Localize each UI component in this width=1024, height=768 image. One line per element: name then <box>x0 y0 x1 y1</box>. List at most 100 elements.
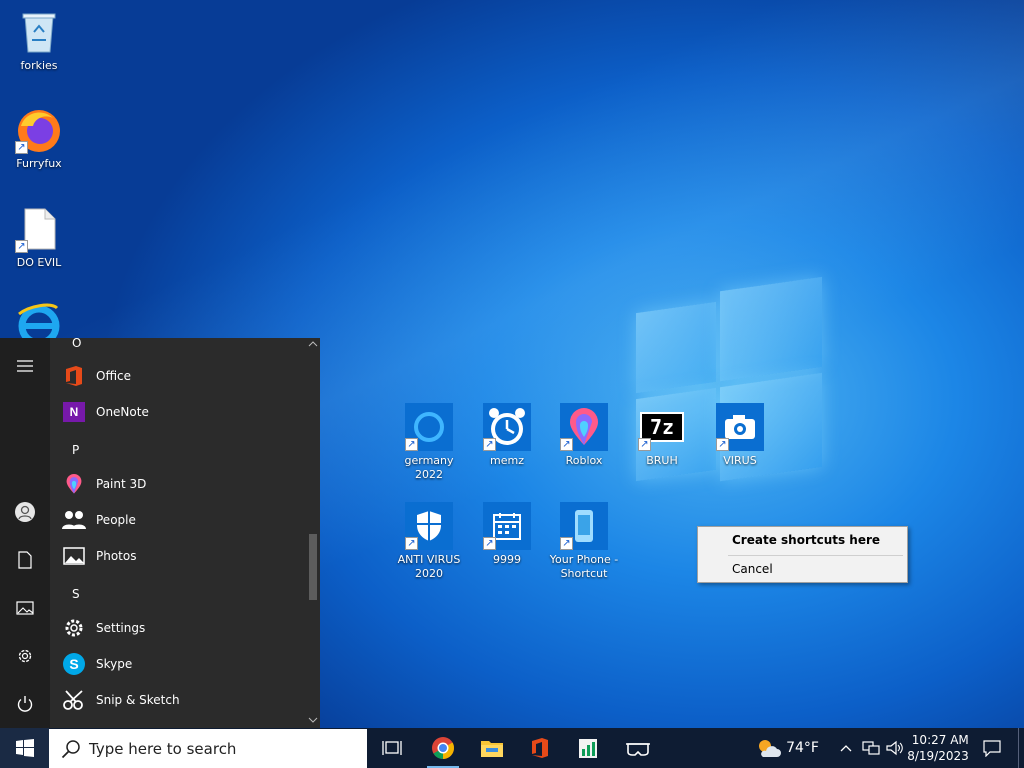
paint-3d-icon: ↗ <box>560 403 608 451</box>
app-settings[interactable]: Settings <box>62 611 302 645</box>
app-label: Office <box>96 369 132 383</box>
desktop-icon-label: Furryfux <box>16 157 62 170</box>
shortcut-arrow-icon: ↗ <box>15 240 28 253</box>
start-menu-rail <box>0 338 50 728</box>
speaker-icon <box>886 740 903 756</box>
section-header-s[interactable]: S <box>72 587 80 601</box>
alarm-clock-icon: ↗ <box>483 403 531 451</box>
app-label: Skype <box>96 657 133 671</box>
phone-icon: ↗ <box>560 502 608 550</box>
power-icon[interactable] <box>13 692 37 716</box>
app-label: People <box>96 513 136 527</box>
scrollbar-thumb[interactable] <box>309 534 317 600</box>
app-label: OneNote <box>96 405 149 419</box>
taskbar-office[interactable] <box>518 728 562 768</box>
shortcut-arrow-icon: ↗ <box>560 438 573 451</box>
office-icon <box>532 738 548 758</box>
app-photos[interactable]: Photos <box>62 539 302 573</box>
chevron-up-icon <box>840 745 852 752</box>
shortcut-arrow-icon: ↗ <box>15 141 28 154</box>
network-button[interactable] <box>860 728 882 768</box>
pictures-icon[interactable] <box>13 596 37 620</box>
search-placeholder: Type here to search <box>89 739 237 758</box>
app-onenote[interactable]: N OneNote <box>62 395 302 429</box>
search-icon <box>61 739 80 758</box>
app-people[interactable]: People <box>62 503 302 537</box>
desktop-icon-label: Roblox <box>565 454 603 467</box>
section-header-p[interactable]: P <box>72 443 79 457</box>
folder-icon <box>481 741 503 757</box>
clock[interactable]: 10:27 AM 8/19/2023 <box>907 728 969 768</box>
desktop-icon-bruh[interactable]: 7z ↗ BRUH <box>624 403 700 468</box>
hamburger-menu-icon[interactable] <box>13 354 37 378</box>
shortcut-arrow-icon: ↗ <box>405 438 418 451</box>
chrome-icon <box>432 737 454 759</box>
clock-date: 8/19/2023 <box>907 749 969 763</box>
start-menu: O Office N OneNote P Paint 3D People Pho… <box>0 338 320 728</box>
notification-icon <box>983 740 1001 757</box>
desktop-icon-furryfux[interactable]: ↗ Furryfux <box>1 106 77 171</box>
weather-widget[interactable]: 74°F <box>752 728 822 768</box>
app-snip-sketch[interactable]: Snip & Sketch <box>62 683 302 717</box>
app-skype[interactable]: S Skype <box>62 647 302 681</box>
paint-3d-icon <box>62 472 86 496</box>
taskbar-file-explorer[interactable] <box>470 728 514 768</box>
task-view-button[interactable] <box>370 728 414 768</box>
taskbar-app-chart[interactable] <box>566 728 610 768</box>
desktop-icon-label: memz <box>490 454 524 467</box>
blank-file-icon: ↗ <box>15 205 63 253</box>
cancel-item[interactable]: Cancel <box>732 559 773 579</box>
desktop-icon-label: BRUH <box>646 454 678 467</box>
start-button[interactable] <box>0 728 49 768</box>
people-icon <box>62 508 86 532</box>
context-menu: Create shortcuts here Cancel <box>697 526 908 583</box>
desktop-icon-your-phone[interactable]: ↗ Your Phone - Shortcut <box>546 502 622 581</box>
network-icon <box>862 741 880 755</box>
create-shortcuts-here-item[interactable]: Create shortcuts here <box>732 530 880 550</box>
weather-temperature: 74°F <box>786 740 819 756</box>
app-office[interactable]: Office <box>62 359 302 393</box>
desktop-icon-label: DO EVIL <box>16 256 62 269</box>
calendar-icon: ↗ <box>483 502 531 550</box>
menu-divider <box>728 555 903 556</box>
office-icon <box>62 364 86 388</box>
desktop-icon-germany-2022[interactable]: ↗ germany 2022 <box>391 403 467 482</box>
documents-icon[interactable] <box>13 548 37 572</box>
desktop-icon-do-evil[interactable]: ↗ DO EVIL <box>1 205 77 270</box>
desktop-icon-label: VIRUS <box>723 454 757 467</box>
desktop-icon-label: germany 2022 <box>404 454 454 481</box>
show-hidden-icons-button[interactable] <box>836 728 856 768</box>
task-view-icon <box>382 741 402 755</box>
show-desktop-button[interactable] <box>1018 728 1024 768</box>
scroll-up-icon[interactable] <box>308 340 318 348</box>
desktop-icon-9999[interactable]: ↗ 9999 <box>469 502 545 567</box>
desktop-icon-label: ANTI VIRUS 2020 <box>397 553 461 580</box>
desktop-icon-roblox[interactable]: ↗ Roblox <box>546 403 622 468</box>
taskbar-chrome[interactable] <box>421 728 465 768</box>
volume-button[interactable] <box>884 728 906 768</box>
desktop-icon-anti-virus-2020[interactable]: ↗ ANTI VIRUS 2020 <box>391 502 467 581</box>
user-account-icon[interactable] <box>13 500 37 524</box>
chart-document-icon <box>579 739 597 758</box>
section-header-o[interactable]: O <box>72 338 81 350</box>
app-list-scrollbar[interactable] <box>306 338 320 728</box>
shortcut-arrow-icon: ↗ <box>638 438 651 451</box>
taskbar-search-box[interactable]: Type here to search <box>49 729 367 768</box>
snip-sketch-icon <box>62 688 86 712</box>
scroll-down-icon[interactable] <box>308 716 318 724</box>
taskbar-mixed-reality[interactable] <box>616 728 660 768</box>
app-label: Settings <box>96 621 146 635</box>
desktop-icon-virus[interactable]: ↗ VIRUS <box>702 403 778 468</box>
shortcut-arrow-icon: ↗ <box>483 438 496 451</box>
desktop-icon-forkies[interactable]: forkies <box>1 8 77 73</box>
app-list: O Office N OneNote P Paint 3D People Pho… <box>50 338 306 728</box>
firefox-icon: ↗ <box>15 106 63 154</box>
app-paint-3d[interactable]: Paint 3D <box>62 467 302 501</box>
settings-gear-icon[interactable] <box>13 644 37 668</box>
shortcut-arrow-icon: ↗ <box>560 537 573 550</box>
desktop-icon-memz[interactable]: ↗ memz <box>469 403 545 468</box>
desktop-icon-label: 9999 <box>493 553 521 566</box>
shield-icon: ↗ <box>405 502 453 550</box>
action-center-button[interactable] <box>978 728 1006 768</box>
recycle-bin-icon <box>15 8 63 56</box>
